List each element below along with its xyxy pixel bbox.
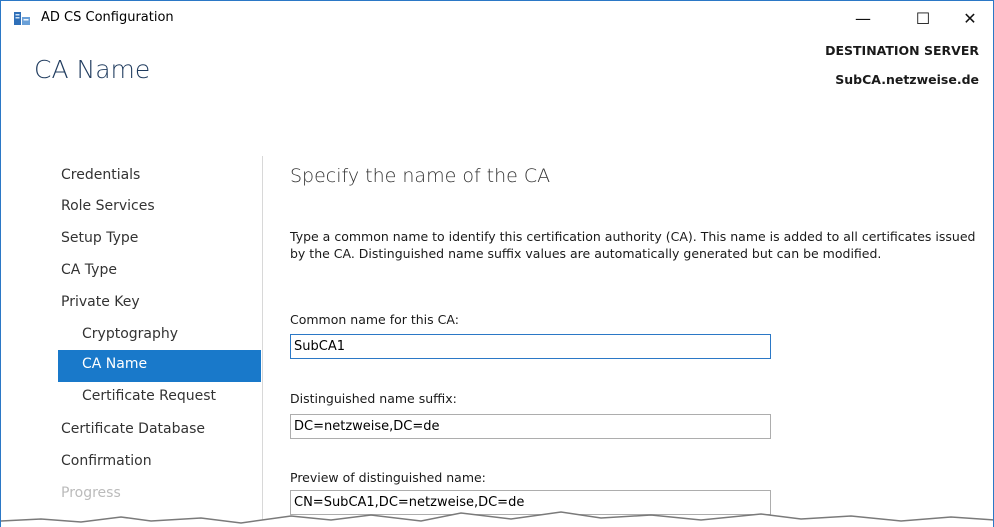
nav-item-confirmation[interactable]: Confirmation: [58, 447, 261, 479]
nav-item-cryptography[interactable]: Cryptography: [58, 320, 261, 352]
nav-item-private-key[interactable]: Private Key: [58, 288, 261, 320]
maximize-icon: ☐: [915, 8, 931, 28]
minimize-icon: —: [855, 8, 871, 28]
close-icon: ✕: [963, 8, 977, 28]
torn-edge-decoration: [1, 511, 993, 527]
common-name-label: Common name for this CA:: [290, 312, 459, 327]
nav-item-certificate-database[interactable]: Certificate Database: [58, 415, 261, 447]
minimize-button[interactable]: —: [840, 1, 886, 35]
window-title: AD CS Configuration: [41, 10, 174, 25]
nav-item-certificate-request[interactable]: Certificate Request: [58, 382, 261, 414]
common-name-input[interactable]: SubCA1: [290, 334, 771, 359]
dn-suffix-label: Distinguished name suffix:: [290, 391, 457, 406]
nav-item-setup-type[interactable]: Setup Type: [58, 224, 261, 256]
destination-server-label: DESTINATION SERVER: [825, 43, 979, 58]
dn-preview-label: Preview of distinguished name:: [290, 470, 486, 485]
description-text: Type a common name to identify this cert…: [290, 229, 976, 261]
title-bar[interactable]: AD CS Configuration — ☐ ✕: [1, 1, 993, 35]
destination-server-name: SubCA.netzweise.de: [835, 72, 979, 87]
ad-cs-configuration-window: AD CS Configuration — ☐ ✕ CA Name DESTIN…: [0, 0, 994, 527]
nav-item-ca-name[interactable]: CA Name: [58, 350, 261, 382]
dn-suffix-input[interactable]: DC=netzweise,DC=de: [290, 414, 771, 439]
nav-item-credentials[interactable]: Credentials: [58, 161, 261, 193]
section-title: Specify the name of the CA: [290, 165, 551, 187]
server-manager-icon: [14, 12, 30, 25]
nav-item-ca-type[interactable]: CA Type: [58, 256, 261, 288]
page-title: CA Name: [34, 55, 151, 84]
nav-item-role-services[interactable]: Role Services: [58, 192, 261, 224]
close-button[interactable]: ✕: [947, 1, 993, 35]
maximize-button[interactable]: ☐: [900, 1, 946, 35]
nav-divider: [262, 156, 263, 527]
